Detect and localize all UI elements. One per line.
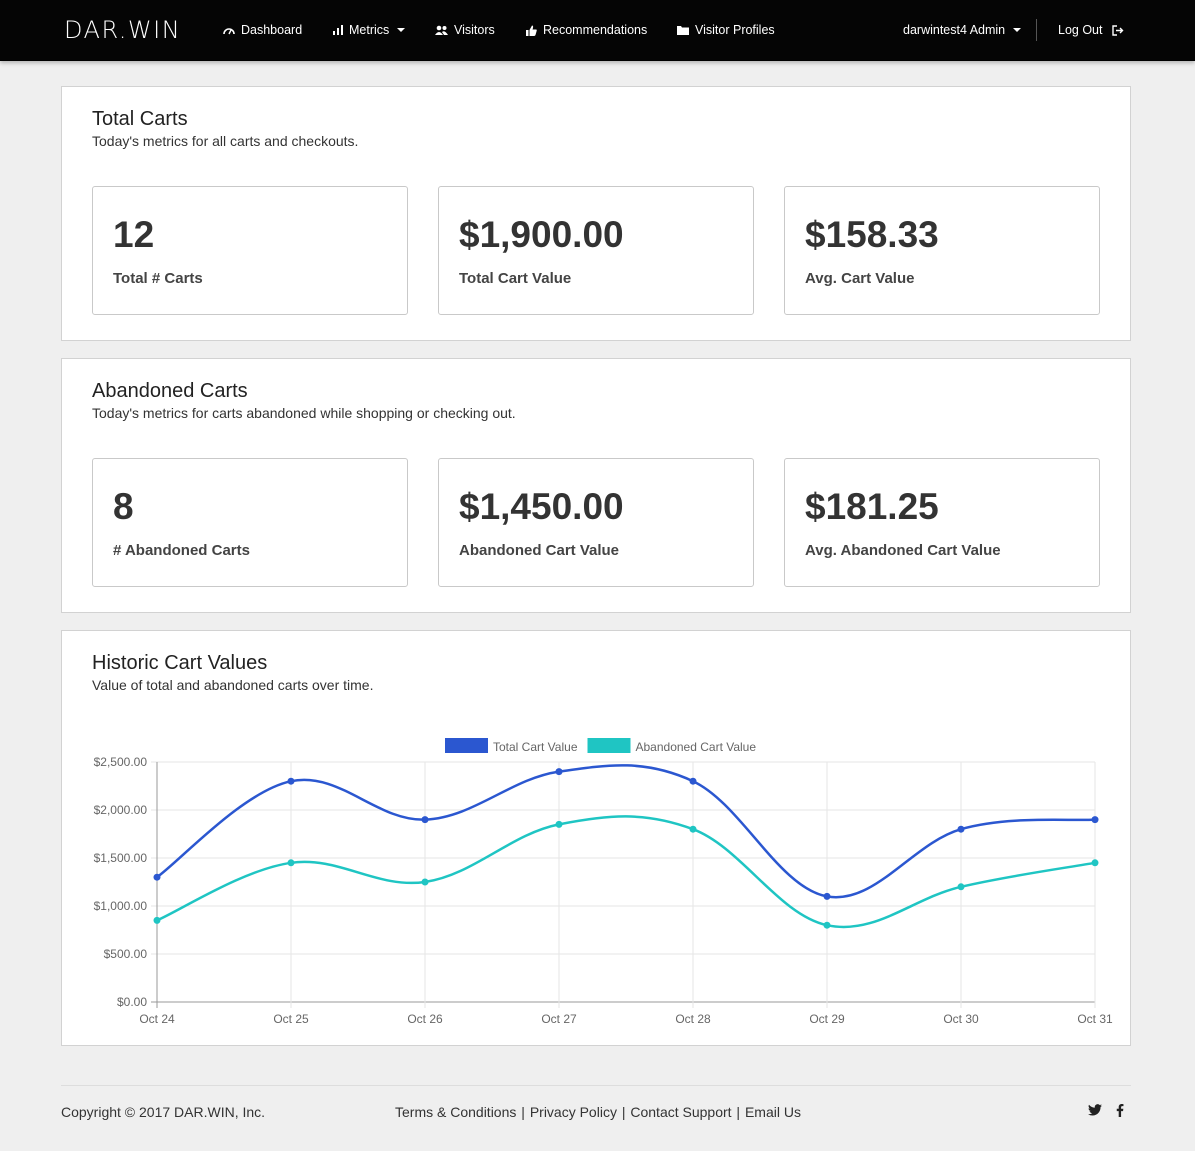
- stat-value: 12: [113, 214, 155, 255]
- data-point: [689, 777, 697, 785]
- thumbs-up-icon: [526, 25, 537, 36]
- stat-label: Avg. Abandoned Cart Value: [805, 542, 1001, 559]
- footer-divider: [61, 1085, 1131, 1086]
- historic-cart-chart: $0.00 $500.00 $1,000.00 $1,500.00 $2,000.00 $…: [94, 738, 1113, 1026]
- series-line: [156, 815, 1096, 929]
- stat-label: Abandoned Cart Value: [459, 542, 620, 559]
- stat-value: $158.33: [805, 214, 939, 255]
- nav-recommendations[interactable]: Recommendations: [526, 21, 647, 39]
- legend-swatch: [445, 738, 488, 753]
- link-separator: |: [517, 1104, 529, 1120]
- data-point: [689, 825, 697, 833]
- data-point: [153, 873, 161, 881]
- series-line: [156, 764, 1096, 899]
- privacy-link[interactable]: Privacy Policy: [530, 1104, 617, 1120]
- users-icon: [435, 25, 448, 35]
- stat-value: $181.25: [805, 486, 939, 527]
- x-tick-label: Oct 25: [273, 1012, 309, 1026]
- bar-chart-icon: [333, 25, 343, 35]
- y-tick-label: $2,500.00: [94, 755, 148, 769]
- terms-link[interactable]: Terms & Conditions: [395, 1104, 516, 1120]
- stat-label: # Abandoned Carts: [113, 542, 250, 559]
- nav-visitors-label: Visitors: [454, 23, 495, 37]
- y-tick-label: $1,500.00: [94, 851, 148, 865]
- historic-cart-values-panel: Historic Cart Values Value of total and …: [61, 630, 1131, 1046]
- stat-total-carts: 12 Total # Carts: [92, 186, 408, 315]
- x-tick-label: Oct 26: [407, 1012, 443, 1026]
- nav-recommendations-label: Recommendations: [543, 23, 648, 37]
- email-us-link[interactable]: Email Us: [745, 1104, 801, 1120]
- stat-value: $1,900.00: [459, 214, 624, 255]
- data-point: [421, 878, 429, 886]
- link-separator: |: [732, 1104, 744, 1120]
- twitter-icon[interactable]: [1088, 1104, 1102, 1116]
- stat-value: 8: [113, 486, 134, 527]
- stat-label: Total Cart Value: [459, 270, 572, 287]
- x-tick-label: Oct 30: [943, 1012, 979, 1026]
- total-carts-subtitle: Today's metrics for all carts and checko…: [92, 133, 359, 149]
- stat-avg-abandoned-cart-value: $181.25 Avg. Abandoned Cart Value: [784, 458, 1100, 587]
- nav-divider: [1036, 19, 1037, 41]
- abandoned-carts-panel: Abandoned Carts Today's metrics for cart…: [61, 358, 1131, 613]
- data-point: [957, 825, 965, 833]
- data-point: [1091, 816, 1099, 824]
- stat-abandoned-cart-value: $1,450.00 Abandoned Cart Value: [438, 458, 754, 587]
- nav-dashboard-label: Dashboard: [241, 23, 303, 37]
- data-point: [153, 916, 161, 924]
- nav-visitors[interactable]: Visitors: [435, 21, 495, 39]
- x-tick-label: Oct 29: [809, 1012, 845, 1026]
- total-carts-panel: Total Carts Today's metrics for all cart…: [61, 86, 1131, 341]
- total-carts-title: Total Carts: [92, 108, 188, 130]
- stat-avg-cart-value: $158.33 Avg. Cart Value: [784, 186, 1100, 315]
- data-point: [421, 816, 429, 824]
- nav-metrics-dropdown[interactable]: Metrics: [333, 21, 406, 39]
- y-tick-label: $2,000.00: [94, 803, 148, 817]
- dashboard-gauge-icon: [223, 28, 235, 35]
- data-point: [555, 820, 563, 828]
- data-point: [287, 859, 295, 867]
- data-point: [1091, 859, 1099, 867]
- x-tick-label: Oct 27: [541, 1012, 577, 1026]
- stat-label: Total # Carts: [113, 270, 203, 287]
- top-navbar: DAR.WIN Dashboard Metrics Visitors Recom…: [0, 0, 1195, 61]
- user-menu-dropdown[interactable]: darwintest4 Admin: [903, 21, 1022, 39]
- y-tick-label: $0.00: [117, 995, 147, 1009]
- link-separator: |: [617, 1104, 630, 1120]
- y-tick-label: $500.00: [104, 947, 148, 961]
- stat-total-cart-value: $1,900.00 Total Cart Value: [438, 186, 754, 315]
- chevron-down-icon: [1013, 28, 1022, 32]
- logout-button[interactable]: Log Out: [1058, 21, 1124, 39]
- nav-visitor-profiles[interactable]: Visitor Profiles: [677, 21, 775, 39]
- x-tick-label: Oct 28: [675, 1012, 711, 1026]
- facebook-icon[interactable]: [1116, 1104, 1124, 1117]
- legend-label: Total Cart Value: [493, 740, 578, 754]
- nav-visitor-profiles-label: Visitor Profiles: [695, 23, 775, 37]
- nav-dashboard[interactable]: Dashboard: [223, 21, 302, 39]
- x-tick-label: Oct 24: [139, 1012, 175, 1026]
- legend-label: Abandoned Cart Value: [636, 740, 757, 754]
- brand-logo[interactable]: DAR.WIN: [64, 17, 181, 43]
- stat-label: Avg. Cart Value: [805, 270, 915, 287]
- chevron-down-icon: [397, 28, 406, 32]
- data-point: [823, 892, 831, 900]
- contact-support-link[interactable]: Contact Support: [630, 1104, 731, 1120]
- logout-label: Log Out: [1058, 23, 1103, 37]
- x-tick-label: Oct 31: [1077, 1012, 1113, 1026]
- copyright-text: Copyright © 2017 DAR.WIN, Inc.: [61, 1104, 266, 1120]
- stat-abandoned-carts: 8 # Abandoned Carts: [92, 458, 408, 587]
- data-point: [823, 921, 831, 929]
- data-point: [957, 883, 965, 891]
- sign-out-icon: [1112, 24, 1124, 36]
- y-tick-label: $1,000.00: [94, 899, 148, 913]
- legend-swatch: [587, 738, 631, 753]
- user-name: darwintest4 Admin: [903, 23, 1006, 37]
- folder-icon: [677, 26, 689, 35]
- data-point: [555, 768, 563, 776]
- nav-metrics-label: Metrics: [349, 23, 390, 37]
- abandoned-carts-subtitle: Today's metrics for carts abandoned whil…: [92, 405, 516, 421]
- footer-links: Terms & Conditions | Privacy Policy | Co…: [395, 1103, 801, 1121]
- abandoned-carts-title: Abandoned Carts: [92, 380, 248, 402]
- stat-value: $1,450.00: [459, 486, 624, 527]
- data-point: [287, 777, 295, 785]
